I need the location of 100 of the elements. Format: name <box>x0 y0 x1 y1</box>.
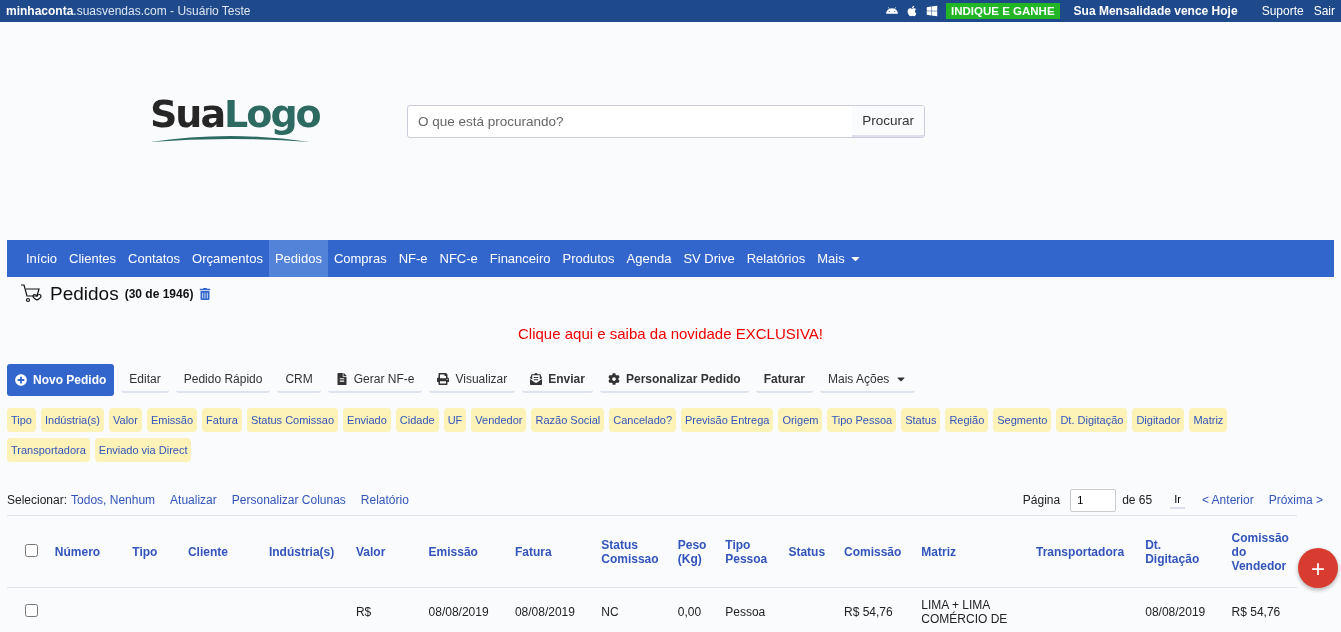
table-cell: Pessoa <box>717 587 781 632</box>
column-header[interactable]: Valor <box>347 515 421 588</box>
page-field[interactable]: 1 <box>1070 488 1117 512</box>
nav-item[interactable]: NFC-e <box>433 240 484 277</box>
nav-item[interactable]: Financeiro <box>483 240 557 277</box>
add-button[interactable]: + <box>1298 548 1338 588</box>
filter-chip[interactable]: Vendedor <box>471 408 527 432</box>
table-cell: 0,00 <box>669 587 718 632</box>
filter-chip[interactable]: Previsão Entrega <box>681 408 774 432</box>
table-cell: 08/08/2019 <box>506 587 594 632</box>
filter-chip[interactable]: Enviado <box>343 408 391 432</box>
nav-item[interactable]: Orçamentos <box>186 240 269 277</box>
nav-item[interactable]: Compras <box>327 240 393 277</box>
settings-icon <box>607 373 620 385</box>
filter-chip[interactable]: Cidade <box>395 408 439 432</box>
filter-chip[interactable]: Tipo <box>7 408 36 432</box>
nav-item[interactable]: Produtos <box>556 240 621 277</box>
promo-link[interactable]: Clique aqui e saiba da novidade EXCLUSIVA! <box>0 325 1341 342</box>
apple-icon[interactable] <box>906 5 919 17</box>
toolbar-button[interactable]: Visualizar <box>429 367 516 393</box>
column-header[interactable]: Número <box>46 515 125 588</box>
column-header[interactable]: Status <box>780 515 836 588</box>
trash-icon[interactable] <box>199 288 212 300</box>
toolbar-button[interactable]: Enviar <box>522 367 593 393</box>
column-header[interactable]: Comissão <box>835 515 914 588</box>
nav-item[interactable]: Mais <box>811 240 868 277</box>
select-label: Selecionar: <box>7 493 68 507</box>
filter-chip[interactable]: Origem <box>778 408 823 432</box>
filter-chip[interactable]: Fatura <box>202 408 242 432</box>
filter-chip[interactable]: UF <box>443 408 467 432</box>
nav-item[interactable]: Contatos <box>122 240 187 277</box>
column-header[interactable]: Status Comissao <box>593 515 670 588</box>
column-header[interactable]: Matriz <box>913 515 1029 588</box>
table-cell: R$ 54,76 <box>835 587 914 632</box>
envelope-icon <box>530 373 543 385</box>
search-field[interactable]: O que está procurando? Procurar <box>407 104 925 138</box>
previous-link[interactable]: < Anterior <box>1201 493 1254 507</box>
toolbar-button[interactable]: Gerar NF-e <box>327 367 423 393</box>
filter-chip[interactable]: Indústria(s) <box>41 408 105 432</box>
windows-icon[interactable] <box>926 5 939 17</box>
toolbar-button[interactable]: Faturar <box>755 367 813 393</box>
column-header[interactable]: Tipo Pessoa <box>717 515 781 588</box>
nav-item[interactable]: Relatórios <box>740 240 812 277</box>
filter-chip[interactable]: Tipo Pessoa <box>827 408 897 432</box>
toolbar-button[interactable]: Novo Pedido <box>7 364 115 396</box>
billing-notice: Sua Mensalidade vence Hoje <box>1073 4 1238 18</box>
table-cell: 08/08/2019 <box>1137 587 1224 632</box>
list-link[interactable]: Personalizar Colunas <box>231 493 346 507</box>
filter-chip[interactable]: Razão Social <box>531 408 605 432</box>
filter-chip[interactable]: Enviado via Direct <box>94 438 192 462</box>
filter-chip[interactable]: Transportadora <box>7 438 90 462</box>
toolbar-button[interactable]: Personalizar Pedido <box>599 367 749 393</box>
search-button[interactable]: Procurar <box>852 105 924 137</box>
column-header[interactable]: Tipo <box>124 515 180 588</box>
page-total: de 65 <box>1122 493 1153 507</box>
filter-chip[interactable]: Valor <box>109 408 142 432</box>
top-link[interactable]: Suporte <box>1261 4 1304 18</box>
toolbar-button[interactable]: Pedido Rápido <box>175 367 271 393</box>
nav-item[interactable]: Agenda <box>620 240 678 277</box>
list-link[interactable]: Relatório <box>360 493 409 507</box>
column-header[interactable]: Comissão do Vendedor <box>1223 515 1297 588</box>
table-cell: R$ 54,76 <box>1223 587 1297 632</box>
column-header[interactable]: Fatura <box>506 515 594 588</box>
toolbar-button[interactable]: CRM <box>277 367 321 393</box>
select-link[interactable]: Todos, Nenhum <box>71 493 156 507</box>
next-link[interactable]: Próxima > <box>1268 493 1323 507</box>
nav-item[interactable]: Pedidos <box>268 240 328 277</box>
toolbar-button[interactable]: Mais Ações <box>820 367 916 393</box>
column-header[interactable]: Cliente <box>179 515 261 588</box>
order-count: (30 de 1946) <box>124 287 194 301</box>
android-icon[interactable] <box>886 5 899 17</box>
top-link[interactable]: Sair <box>1313 4 1335 18</box>
go-button[interactable]: Ir <box>1170 491 1185 509</box>
nav-item[interactable]: Clientes <box>63 240 123 277</box>
account-label: minhaconta.suasvendas.com - Usuário Teste <box>6 4 252 18</box>
filter-chip[interactable]: Digitador <box>1132 408 1185 432</box>
column-header[interactable]: Dt. Digitação <box>1137 515 1224 588</box>
filter-chip[interactable]: Dt. Digitação <box>1056 408 1128 432</box>
printer-icon <box>437 373 450 385</box>
filter-chip[interactable]: Região <box>945 408 989 432</box>
row-checkbox[interactable] <box>25 604 38 617</box>
filter-chip[interactable]: Emissão <box>146 408 198 432</box>
nav-item[interactable]: Início <box>20 240 64 277</box>
toolbar-button[interactable]: Editar <box>121 367 169 393</box>
nav-item[interactable]: NF-e <box>392 240 434 277</box>
filter-chip[interactable]: Matriz <box>1189 408 1228 432</box>
select-all-checkbox[interactable] <box>25 543 38 557</box>
column-header[interactable]: Peso (Kg) <box>669 515 718 588</box>
filter-chip[interactable]: Segmento <box>993 408 1052 432</box>
nav-item[interactable]: SV Drive <box>677 240 741 277</box>
column-header[interactable]: Emissão <box>420 515 507 588</box>
filter-chip[interactable]: Status Comissao <box>246 408 339 432</box>
table-cell: NC <box>593 587 670 632</box>
page-label: Página <box>1022 493 1061 507</box>
column-header[interactable]: Transportadora <box>1028 515 1138 588</box>
document-icon <box>335 373 348 385</box>
list-link[interactable]: Atualizar <box>170 493 217 507</box>
filter-chip[interactable]: Status <box>901 408 941 432</box>
filter-chip[interactable]: Cancelado? <box>609 408 676 432</box>
column-header[interactable]: Indústria(s) <box>260 515 348 588</box>
